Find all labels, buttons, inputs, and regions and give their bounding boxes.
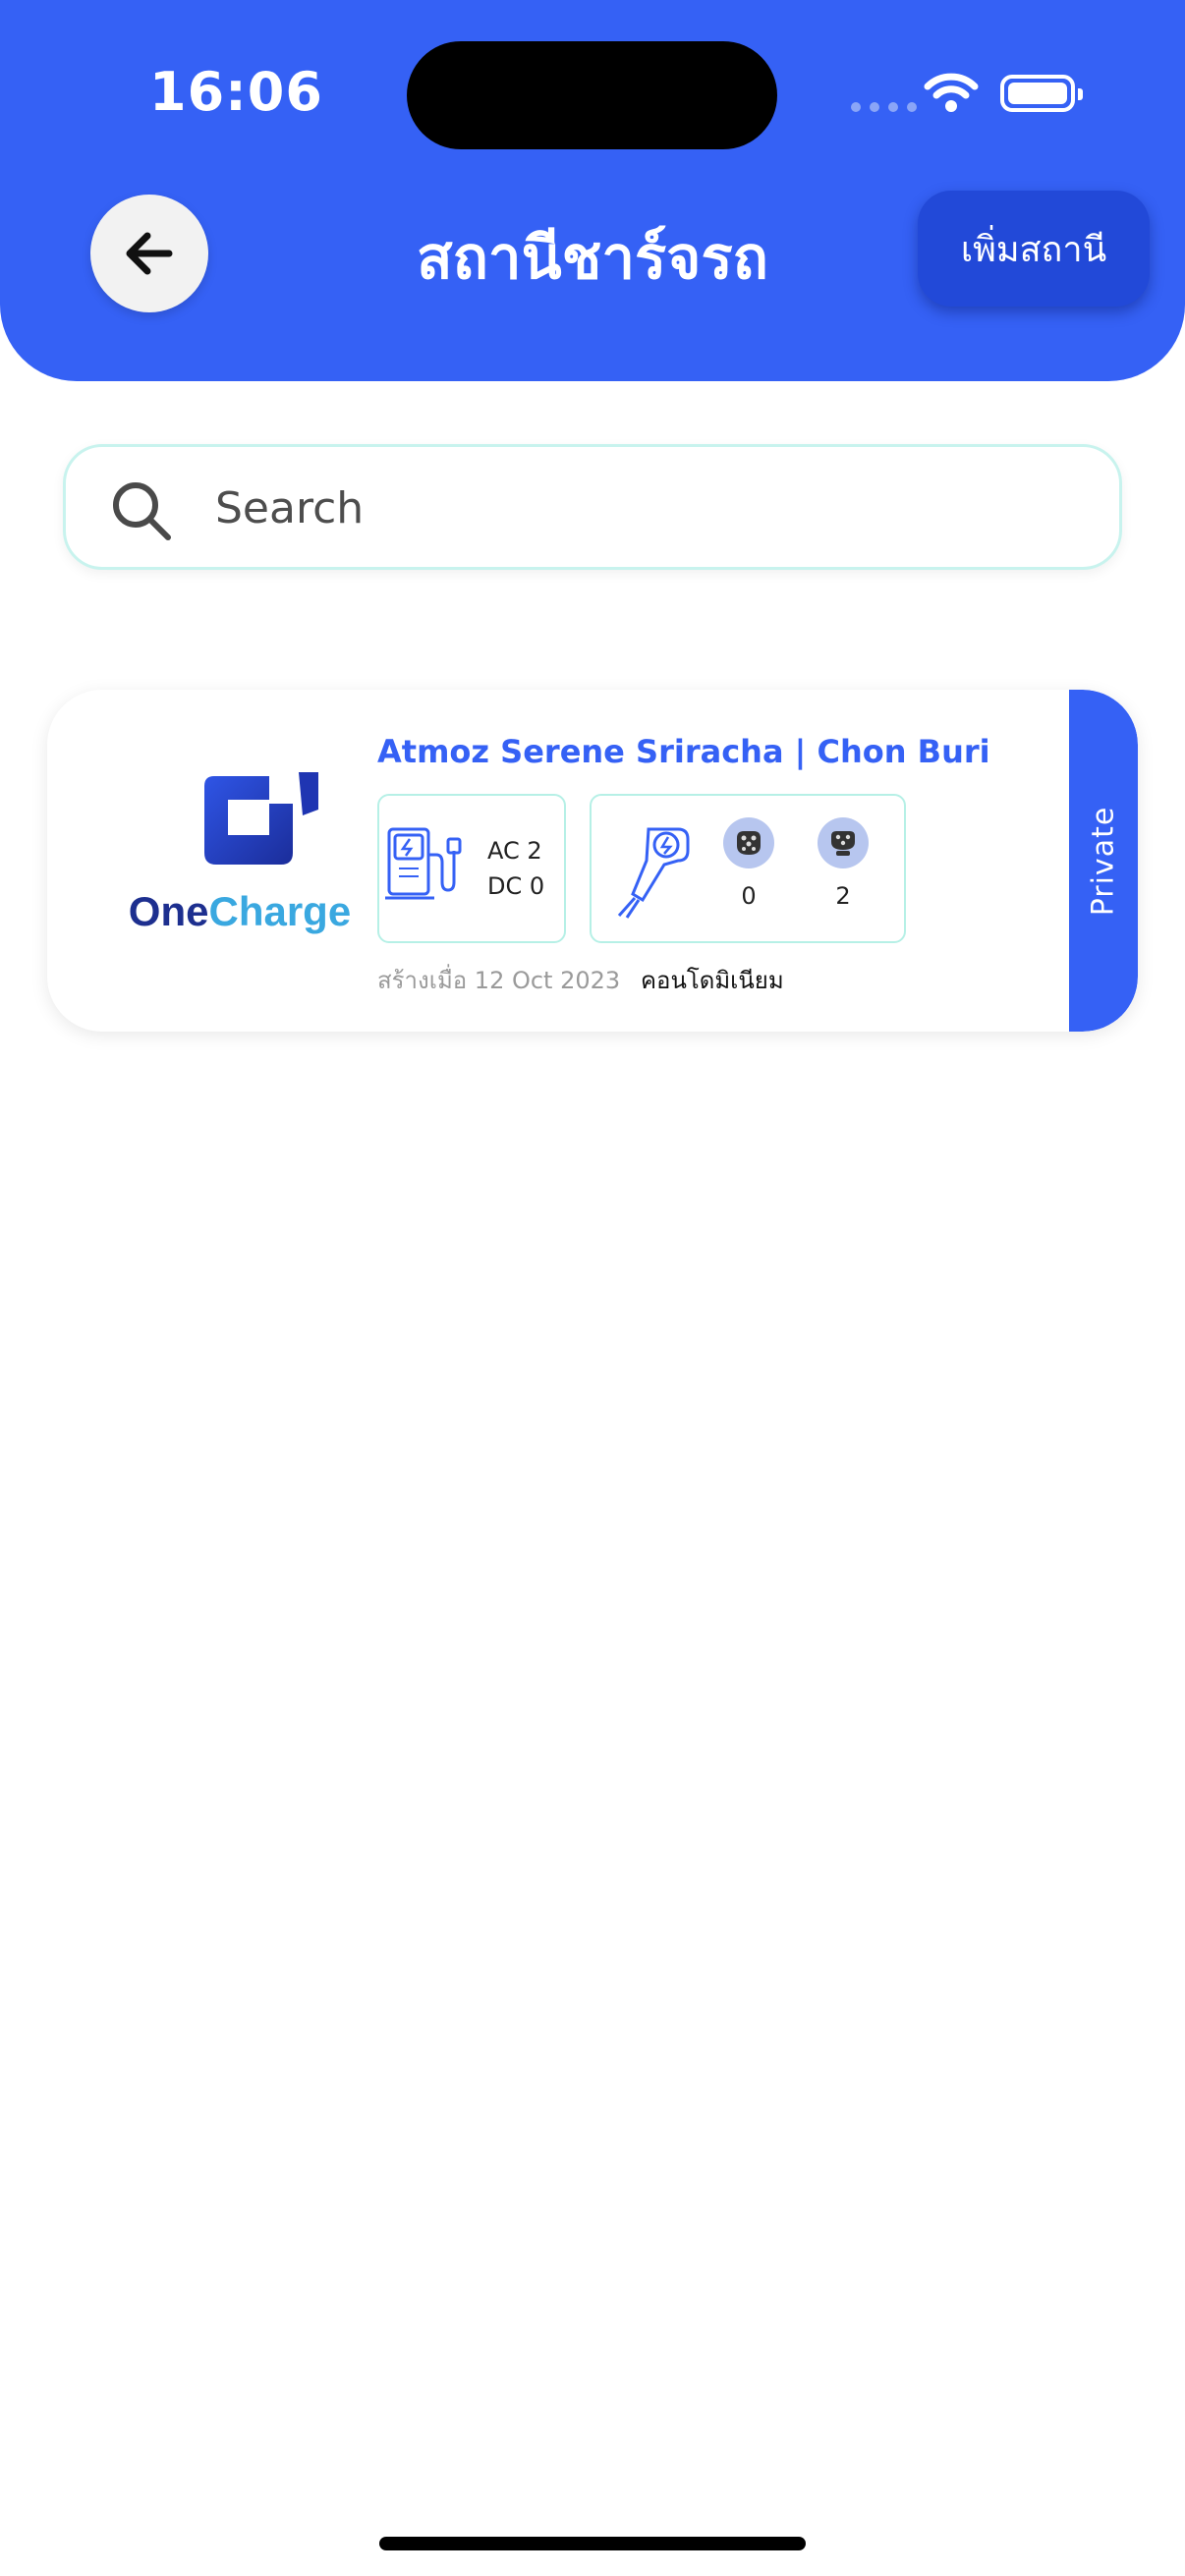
ccs2-connector-icon — [818, 817, 869, 868]
station-type: คอนโดมิเนียม — [641, 967, 784, 994]
ac-count: AC 2 — [487, 837, 542, 865]
visibility-label: Private — [1086, 806, 1121, 916]
search-bar — [63, 444, 1122, 570]
connector-item: 2 — [816, 817, 871, 910]
dc-count: DC 0 — [487, 872, 545, 900]
charging-plug-icon — [617, 827, 690, 919]
charging-station-icon — [385, 827, 462, 900]
back-button[interactable] — [90, 195, 208, 312]
connector-item: 0 — [721, 817, 776, 910]
charger-type-box: AC 2 DC 0 — [377, 794, 566, 943]
cellular-signal-icon — [851, 102, 917, 112]
app-header: 16:06 สถานีชาร์จรถ เพิ่มสถานี — [0, 0, 1185, 381]
connector-count: 0 — [741, 882, 757, 910]
station-name: Atmoz Serene Sriracha | Chon Buri — [377, 733, 990, 770]
search-input[interactable] — [215, 471, 1080, 545]
onecharge-logo-mark-icon — [204, 772, 318, 865]
connector-count: 2 — [835, 882, 851, 910]
visibility-badge: Private — [1069, 690, 1138, 1032]
home-indicator[interactable] — [379, 2537, 806, 2550]
connector-box: 0 2 — [590, 794, 906, 943]
page-title: สถานีชาร์จรถ — [416, 224, 768, 293]
station-card[interactable]: OneCharge Atmoz Serene Sriracha | Chon B… — [47, 690, 1138, 1032]
arrow-left-icon — [126, 232, 173, 275]
search-icon — [113, 482, 171, 540]
wifi-icon — [924, 73, 979, 112]
type2-connector-icon — [723, 817, 774, 868]
status-time: 16:06 — [149, 61, 323, 123]
onecharge-logo: OneCharge — [92, 770, 387, 957]
add-station-button[interactable]: เพิ่มสถานี — [918, 191, 1150, 307]
battery-icon — [1000, 75, 1083, 112]
created-date: สร้างเมื่อ 12 Oct 2023 — [377, 967, 621, 994]
dynamic-island — [407, 41, 777, 149]
onecharge-logo-text: OneCharge — [128, 888, 352, 934]
